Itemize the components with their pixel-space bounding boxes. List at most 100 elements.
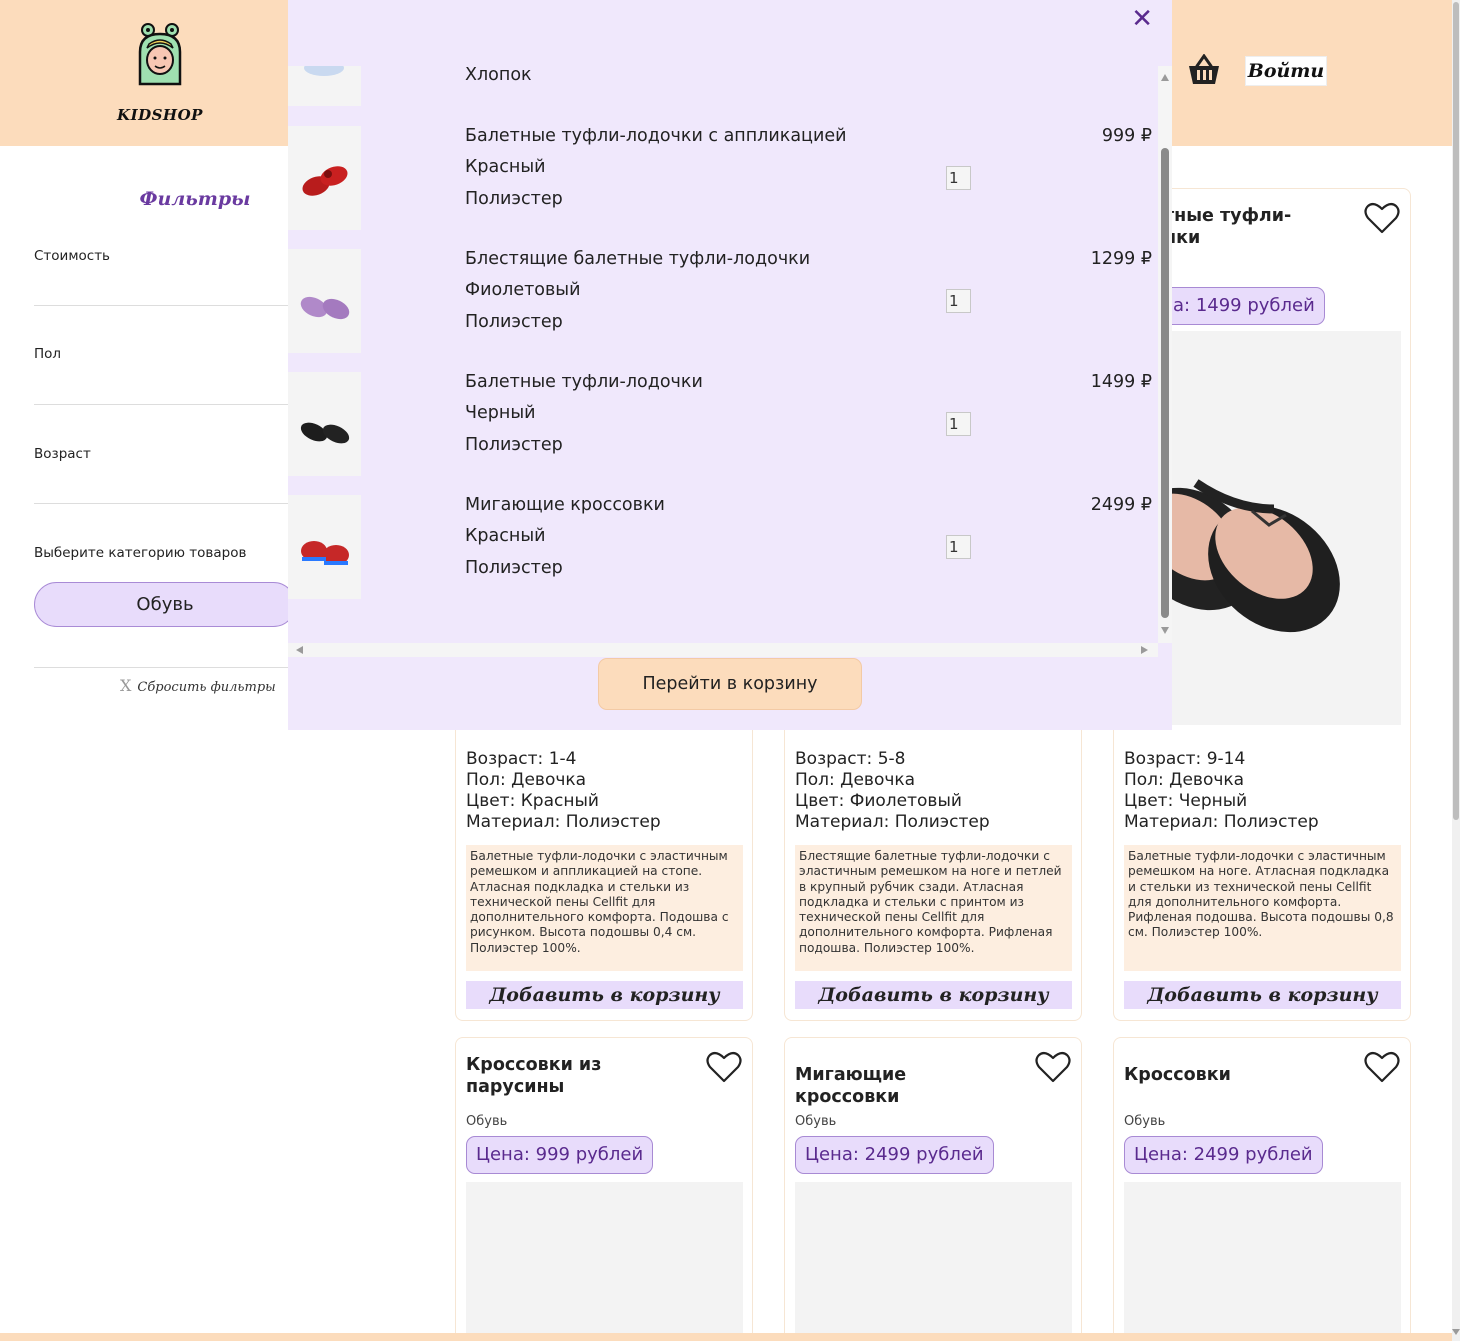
cart-horizontal-scrollbar[interactable] [288, 643, 1158, 657]
logo[interactable]: KIDSHOP [110, 22, 210, 124]
close-icon[interactable]: ✕ [1131, 6, 1153, 32]
filters-title: Фильтры [139, 188, 251, 210]
quantity-input[interactable]: 1 [946, 412, 971, 436]
product-title[interactable]: тные туфли- нки [1164, 205, 1324, 249]
page-scrollbar[interactable] [1452, 0, 1460, 1341]
black-shoes-image [300, 422, 350, 444]
go-to-cart-button[interactable]: Перейти в корзину [598, 658, 862, 710]
product-card: Кроссовки Обувь Цена: 2499 рублей [1113, 1037, 1411, 1341]
cart-item: Блестящие балетные туфли-лодочки Фиолето… [288, 249, 1158, 353]
cart-item-color: Фиолетовый [465, 280, 581, 300]
scroll-down-arrow-icon[interactable] [1161, 627, 1169, 634]
product-category: Обувь [795, 1114, 837, 1129]
product-specs: Возраст: 5-8 Пол: Девочка Цвет: Фиолетов… [795, 749, 990, 833]
product-color: Цвет: Черный [1124, 791, 1248, 811]
product-color: Цвет: Фиолетовый [795, 791, 962, 811]
filter-gender-label[interactable]: Пол [34, 346, 61, 362]
heart-icon[interactable] [1035, 1050, 1071, 1084]
logo-text: KIDSHOP [117, 106, 203, 124]
product-title[interactable]: Кроссовки из парусины [466, 1054, 666, 1098]
basket-icon[interactable] [1187, 54, 1221, 86]
scroll-up-arrow-icon[interactable] [1161, 74, 1169, 81]
divider [34, 667, 288, 668]
product-material: Материал: Полиэстер [466, 812, 661, 832]
product-description: Блестящие балетные туфли-лодочки с эласт… [795, 845, 1072, 971]
product-gender: Пол: Девочка [1124, 770, 1245, 790]
cart-item-thumbnail [288, 126, 361, 230]
scroll-down-arrow-icon[interactable] [1452, 1329, 1460, 1335]
quantity-input[interactable]: 1 [946, 289, 971, 313]
cart-item-name: Мигающие кроссовки [465, 495, 665, 515]
category-shoes-button[interactable]: Обувь [34, 582, 296, 627]
scrollbar-thumb[interactable] [1161, 148, 1169, 618]
cart-item-color: Красный [465, 157, 546, 177]
cart-item-material: Полиэстер [465, 558, 563, 578]
product-specs: Возраст: 9-14 Пол: Девочка Цвет: Черный … [1124, 749, 1319, 833]
quantity-input[interactable]: 1 [946, 166, 971, 190]
cart-vertical-scrollbar[interactable] [1158, 66, 1172, 643]
kid-logo-icon [138, 23, 182, 86]
divider [34, 503, 288, 504]
product-image[interactable] [466, 1182, 743, 1341]
product-price: а: 1499 рублей [1164, 287, 1325, 325]
product-price: Цена: 2499 рублей [1124, 1136, 1323, 1174]
cart-item-price: 2499 ₽ [1090, 495, 1152, 515]
login-button[interactable]: Войти [1245, 56, 1327, 86]
cart-item-thumbnail [288, 495, 361, 599]
cart-item-name: Балетные туфли-лодочки с аппликацией [465, 126, 847, 146]
cart-item: Хлопок [288, 66, 1158, 106]
reset-x-icon: X [120, 676, 132, 695]
product-title[interactable]: Кроссовки [1124, 1064, 1324, 1086]
scroll-left-arrow-icon[interactable] [296, 646, 303, 654]
purple-shoes-image [300, 296, 350, 320]
product-card: Кроссовки из парусины Обувь Цена: 999 ру… [455, 1037, 753, 1341]
filter-age-label[interactable]: Возраст [34, 446, 91, 462]
product-category: Обувь [466, 1114, 508, 1129]
add-to-cart-button[interactable]: Добавить в корзину [1124, 981, 1401, 1009]
cart-item: Мигающие кроссовки Красный Полиэстер 249… [288, 495, 1158, 599]
divider [34, 305, 288, 306]
add-to-cart-button[interactable]: Добавить в корзину [466, 981, 743, 1009]
filter-price-label[interactable]: Стоимость [34, 248, 110, 264]
cart-item-material: Полиэстер [465, 189, 563, 209]
product-description: Балетные туфли-лодочки с эластичным реме… [466, 845, 743, 971]
heart-icon[interactable] [1364, 1050, 1400, 1084]
cart-items-list[interactable]: Хлопок Балетные туфли-лодочки с аппликац… [288, 66, 1158, 643]
product-age: Возраст: 1-4 [466, 749, 577, 769]
product-category: Обувь [1124, 1114, 1166, 1129]
cart-item-material: Полиэстер [465, 435, 563, 455]
quantity-input[interactable]: 1 [946, 535, 971, 559]
product-price: Цена: 2499 рублей [795, 1136, 994, 1174]
cart-item-material: Хлопок [465, 66, 532, 85]
heart-icon[interactable] [706, 1050, 742, 1084]
product-title[interactable]: Мигающие кроссовки [795, 1064, 995, 1108]
product-material: Материал: Полиэстер [1124, 812, 1319, 832]
reset-filters-label: Сбросить фильтры [137, 680, 276, 695]
cart-popup: ✕ Хлопок Балетные туфли-лодочки с апплик… [288, 0, 1172, 730]
cart-item-material: Полиэстер [465, 312, 563, 332]
product-card: Мигающие кроссовки Обувь Цена: 2499 рубл… [784, 1037, 1082, 1341]
reset-filters-button[interactable]: X Сбросить фильтры [120, 676, 276, 695]
cart-item-name: Балетные туфли-лодочки [465, 372, 703, 392]
product-material: Материал: Полиэстер [795, 812, 990, 832]
cart-item-thumbnail [288, 66, 361, 106]
scroll-right-arrow-icon[interactable] [1141, 646, 1148, 654]
product-price: Цена: 999 рублей [466, 1136, 654, 1174]
cart-item-price: 999 ₽ [1101, 126, 1152, 146]
product-image[interactable] [1124, 1182, 1401, 1341]
filter-category-label: Выберите категорию товаров [34, 545, 247, 561]
add-to-cart-button[interactable]: Добавить в корзину [795, 981, 1072, 1009]
page-scrollbar-thumb[interactable] [1453, 2, 1459, 820]
spider-sneakers-image [301, 541, 349, 565]
product-description: Балетные туфли-лодочки с эластичным реме… [1124, 845, 1401, 971]
cart-item-thumbnail [288, 249, 361, 353]
product-image[interactable] [795, 1182, 1072, 1341]
product-specs: Возраст: 1-4 Пол: Девочка Цвет: Красный … [466, 749, 661, 833]
heart-icon[interactable] [1364, 201, 1400, 235]
cart-item-color: Черный [465, 403, 536, 423]
product-gender: Пол: Девочка [795, 770, 916, 790]
product-gender: Пол: Девочка [466, 770, 587, 790]
footer-strip [0, 1333, 1452, 1341]
cart-item-price: 1299 ₽ [1090, 249, 1152, 269]
sneaker-image [914, 1334, 965, 1341]
